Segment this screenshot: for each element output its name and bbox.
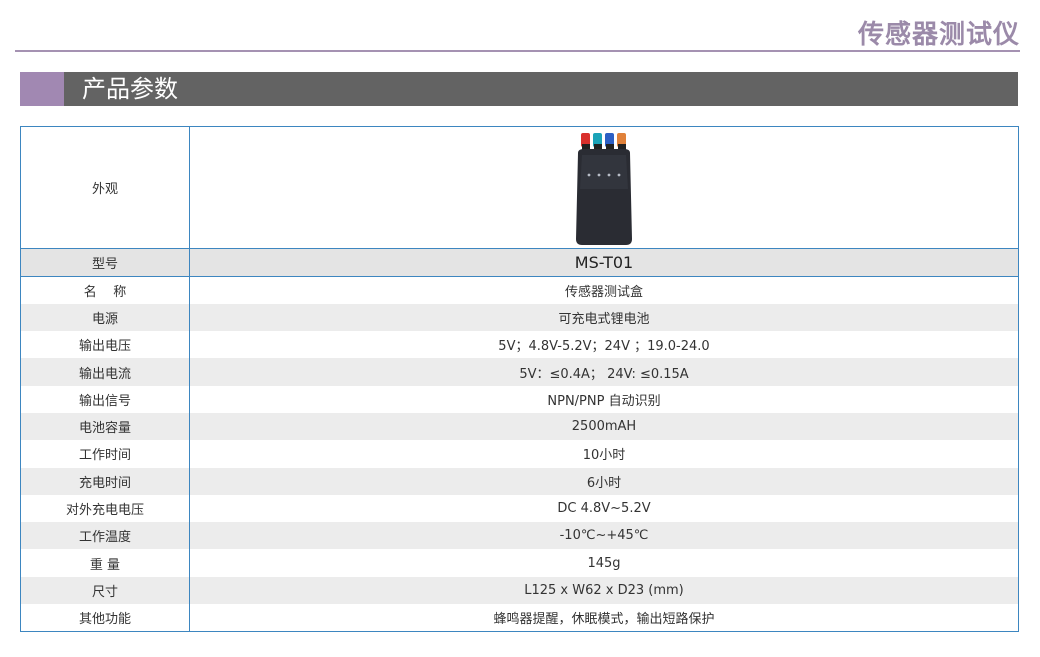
spec-value: 145g xyxy=(587,555,621,571)
section-accent-block xyxy=(20,72,64,106)
spec-value: DC 4.8V~5.2V xyxy=(557,501,651,517)
section-header: 产品参数 xyxy=(20,72,1018,106)
spec-label: 电池容量 xyxy=(20,412,190,441)
spec-label: 重 量 xyxy=(20,549,190,577)
spec-row: 输出电流 5V：≤0.4A； 24V: ≤0.15A xyxy=(20,358,1019,386)
spec-row: 输出电压 5V；4.8V-5.2V；24V ；19.0-24.0 xyxy=(20,331,1019,359)
spec-row: 其他功能 蜂鸣器提醒，休眠模式，输出短路保护 xyxy=(20,604,1019,632)
spec-value: 6小时 xyxy=(189,467,1019,495)
spec-row: 电池容量 2500mAH xyxy=(20,412,1019,441)
spec-label: 充电时间 xyxy=(20,467,190,495)
model-row: 型号 MS-T01 xyxy=(20,248,1019,277)
spec-value: L125 x W62 x D23 (mm) xyxy=(189,576,1019,605)
spec-label: 名 称 xyxy=(20,276,190,304)
model-label: 型号 xyxy=(20,248,190,277)
appearance-row: 外观 xyxy=(20,126,1019,249)
spec-value: 10小时 xyxy=(582,448,626,464)
spec-label: 输出电压 xyxy=(20,331,190,359)
spec-row: 电源 可充电式锂电池 xyxy=(20,303,1019,332)
spec-label: 工作温度 xyxy=(20,522,190,550)
appearance-image-cell xyxy=(189,126,1019,249)
spec-label: 电源 xyxy=(20,303,190,332)
model-value: MS-T01 xyxy=(189,248,1019,277)
spec-value: 5V；4.8V-5.2V；24V ；19.0-24.0 xyxy=(498,339,710,355)
spec-label: 尺寸 xyxy=(20,576,190,605)
title-divider xyxy=(15,50,1020,52)
spec-value: -10℃~+45℃ xyxy=(189,522,1019,550)
document-title: 传感器测试仪 xyxy=(857,20,1020,50)
spec-label: 其他功能 xyxy=(20,604,190,632)
spec-row: 对外充电电压 DC 4.8V~5.2V xyxy=(20,494,1019,523)
spec-row: 工作温度 -10℃~+45℃ xyxy=(20,522,1019,550)
section-title: 产品参数 xyxy=(82,75,178,103)
spec-value: 可充电式锂电池 xyxy=(189,303,1019,332)
appearance-label: 外观 xyxy=(20,126,190,249)
spec-row: 工作时间 10小时 xyxy=(20,440,1019,468)
sensor-tester-device-image xyxy=(576,132,632,245)
spec-value: 2500mAH xyxy=(189,412,1019,441)
spec-label: 输出信号 xyxy=(20,385,190,413)
spec-row: 重 量 145g xyxy=(20,549,1019,577)
spec-value: 传感器测试盒 xyxy=(564,284,643,300)
spec-value: 蜂鸣器提醒，休眠模式，输出短路保护 xyxy=(493,611,715,627)
spec-label: 工作时间 xyxy=(20,440,190,468)
spec-row: 输出信号 NPN/PNP 自动识别 xyxy=(20,385,1019,413)
spec-row: 尺寸 L125 x W62 x D23 (mm) xyxy=(20,576,1019,605)
spec-value: 5V：≤0.4A； 24V: ≤0.15A xyxy=(189,358,1019,386)
spec-row: 名 称 传感器测试盒 xyxy=(20,276,1019,304)
spec-label: 输出电流 xyxy=(20,358,190,386)
spec-table: 外观 型号 MS-T01 名 称 传感器测试盒 电源 可充电式锂电池 输出电压 … xyxy=(20,126,1019,632)
spec-value: NPN/PNP 自动识别 xyxy=(547,393,661,409)
spec-row: 充电时间 6小时 xyxy=(20,467,1019,495)
spec-label: 对外充电电压 xyxy=(20,494,190,523)
